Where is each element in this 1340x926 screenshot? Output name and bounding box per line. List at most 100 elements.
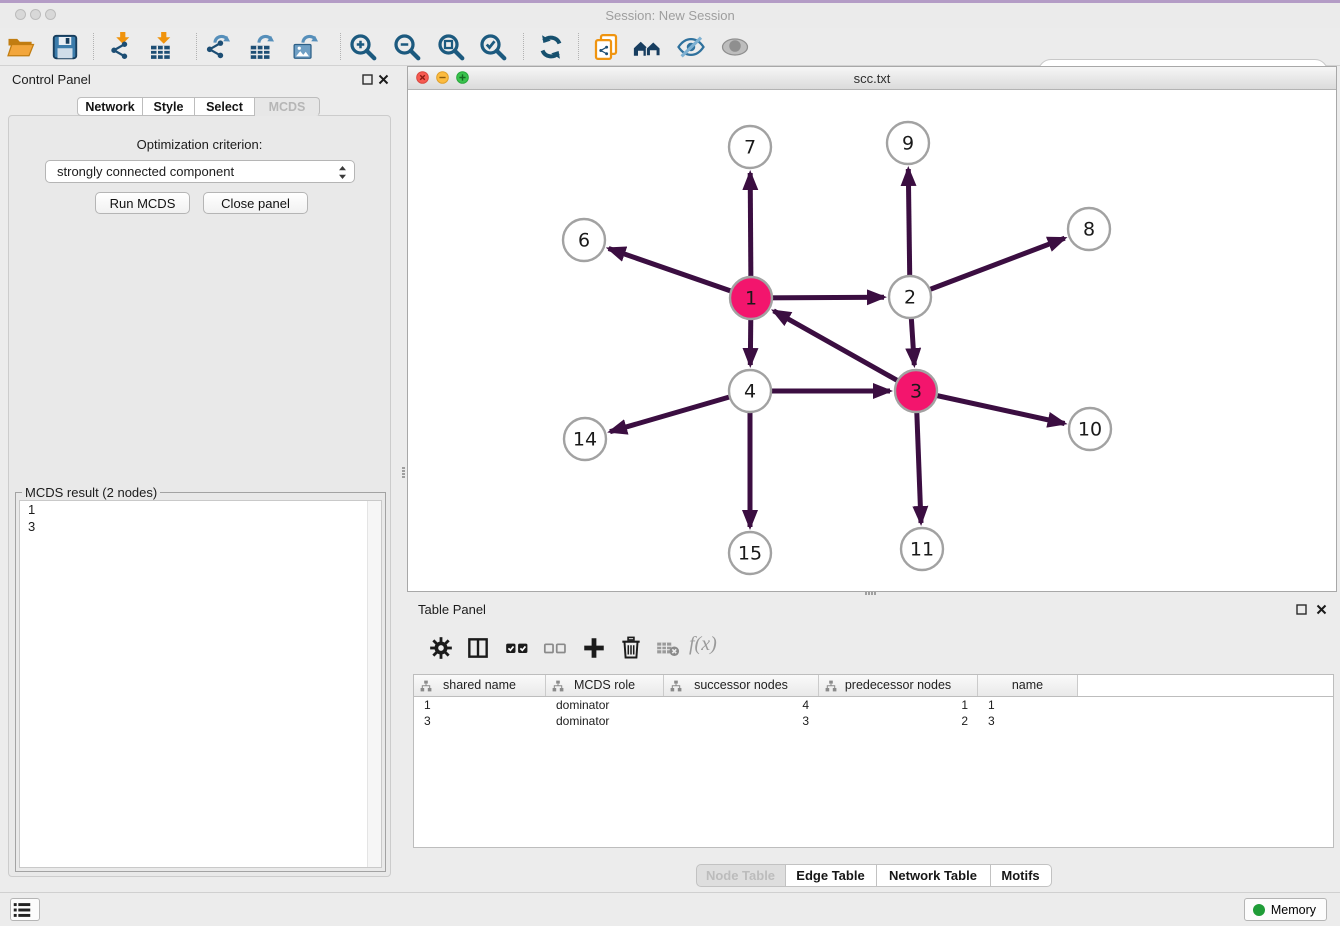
tab-network[interactable]: Network [77,97,143,116]
graph-node-4[interactable]: 4 [729,370,771,412]
export-network-button[interactable] [203,32,233,62]
column-header-shared-name[interactable]: shared name [414,675,546,696]
mcds-result-list[interactable]: 13 [19,500,382,868]
hide-selected-button[interactable] [676,32,706,62]
open-file-button[interactable] [6,32,36,62]
memory-button[interactable]: Memory [1244,898,1327,921]
first-neighbors-button[interactable] [632,32,662,62]
column-header-label: predecessor nodes [845,678,951,692]
duplicate-network-icon [591,32,621,62]
tab-node-table[interactable]: Node Table [696,864,786,887]
graph-edge-1-6[interactable] [609,249,751,299]
zoom-fit-button[interactable] [436,32,466,62]
graph-node-14[interactable]: 14 [564,418,606,460]
delete-row-icon [618,635,644,661]
tab-edge-table[interactable]: Edge Table [786,864,877,887]
column-type-icon [825,680,837,692]
float-panel-icon[interactable] [1296,604,1307,615]
table-cell[interactable]: 2 [819,713,978,729]
column-header-MCDS-role[interactable]: MCDS role [546,675,664,696]
graph-node-11[interactable]: 11 [901,528,943,570]
network-canvas[interactable]: 7 9 6 8 1 2 4 3 14 10 15 11 [408,90,1336,591]
window-titlebar: Session: New Session [0,3,1340,28]
show-columns-button[interactable] [465,635,491,661]
tab-select[interactable]: Select [195,97,255,116]
export-image-button[interactable] [291,32,321,62]
criterion-select[interactable]: strongly connected component [45,160,355,183]
table-row[interactable]: 3dominator323 [414,713,1333,729]
export-table-icon [247,32,277,62]
apply-layout-icon [536,32,566,62]
graph-node-7[interactable]: 7 [729,126,771,168]
control-panel-tabs: NetworkStyleSelectMCDS [77,97,320,116]
vertical-splitter[interactable] [400,66,407,892]
import-table-button[interactable] [146,32,176,62]
tab-motifs[interactable]: Motifs [991,864,1052,887]
column-header-name[interactable]: name [978,675,1078,696]
graph-node-8[interactable]: 8 [1068,208,1110,250]
column-header-successor-nodes[interactable]: successor nodes [664,675,819,696]
graph-node-label: 10 [1078,419,1102,441]
task-history-button[interactable] [10,898,40,921]
select-all-button[interactable] [504,635,530,661]
add-row-button[interactable] [581,635,607,661]
import-network-icon [105,32,135,62]
graph-node-10[interactable]: 10 [1069,408,1111,450]
mcds-result-group: MCDS result (2 nodes) 13 [15,492,386,872]
graph-node-1[interactable]: 1 [730,277,772,319]
save-session-button[interactable] [50,32,80,62]
node-table: shared name MCDS role successor nodes prede… [413,674,1334,848]
show-all-button[interactable] [720,32,750,62]
table-settings-button[interactable] [428,635,454,661]
duplicate-network-button[interactable] [591,32,621,62]
table-cell[interactable]: 3 [664,713,819,729]
graph-edge-2-8[interactable] [910,238,1065,297]
close-panel-icon[interactable] [1316,604,1327,615]
table-cell[interactable]: dominator [546,713,664,729]
graph-node-label: 1 [745,288,757,310]
zoom-selected-button[interactable] [478,32,508,62]
graph-edge-3-1[interactable] [774,311,916,391]
graph-node-6[interactable]: 6 [563,219,605,261]
table-cell[interactable]: 4 [664,697,819,713]
tab-mcds[interactable]: MCDS [255,97,320,116]
column-header-predecessor-nodes[interactable]: predecessor nodes [819,675,978,696]
apply-layout-button[interactable] [536,32,566,62]
close-panel-button[interactable]: Close panel [203,192,308,214]
table-settings-icon [428,635,454,661]
export-table-button[interactable] [247,32,277,62]
float-panel-icon[interactable] [362,74,373,85]
graph-edge-3-10[interactable] [916,391,1065,424]
unselect-all-button[interactable] [542,635,568,661]
delete-row-button[interactable] [618,635,644,661]
splitter-grip[interactable] [864,592,877,595]
tab-network-table[interactable]: Network Table [877,864,991,887]
delete-table-button[interactable] [655,635,681,661]
tab-style[interactable]: Style [143,97,195,116]
zoom-fit-icon [436,32,466,62]
function-builder-button[interactable]: f(x) [689,633,717,656]
run-mcds-button[interactable]: Run MCDS [95,192,190,214]
zoom-out-button[interactable] [392,32,422,62]
import-network-button[interactable] [105,32,135,62]
splitter-grip[interactable] [402,466,405,479]
table-cell[interactable]: 3 [414,713,546,729]
table-cell[interactable]: 1 [819,697,978,713]
graph-node-3[interactable]: 3 [895,370,937,412]
graph-node-2[interactable]: 2 [889,276,931,318]
graph-node-15[interactable]: 15 [729,532,771,574]
table-panel-title: Table Panel [418,602,486,617]
table-cell[interactable]: 1 [414,697,546,713]
zoom-in-icon [348,32,378,62]
column-header-label: MCDS role [574,678,635,692]
select-stepper-icon [338,165,347,180]
table-cell[interactable]: 1 [978,697,1078,713]
table-cell[interactable]: dominator [546,697,664,713]
result-scrollbar[interactable] [367,501,381,867]
zoom-in-button[interactable] [348,32,378,62]
close-panel-icon[interactable] [378,74,389,85]
table-row[interactable]: 1dominator411 [414,697,1333,713]
graph-node-9[interactable]: 9 [887,122,929,164]
table-cell[interactable]: 3 [978,713,1078,729]
network-window-titlebar[interactable]: scc.txt [408,67,1336,90]
